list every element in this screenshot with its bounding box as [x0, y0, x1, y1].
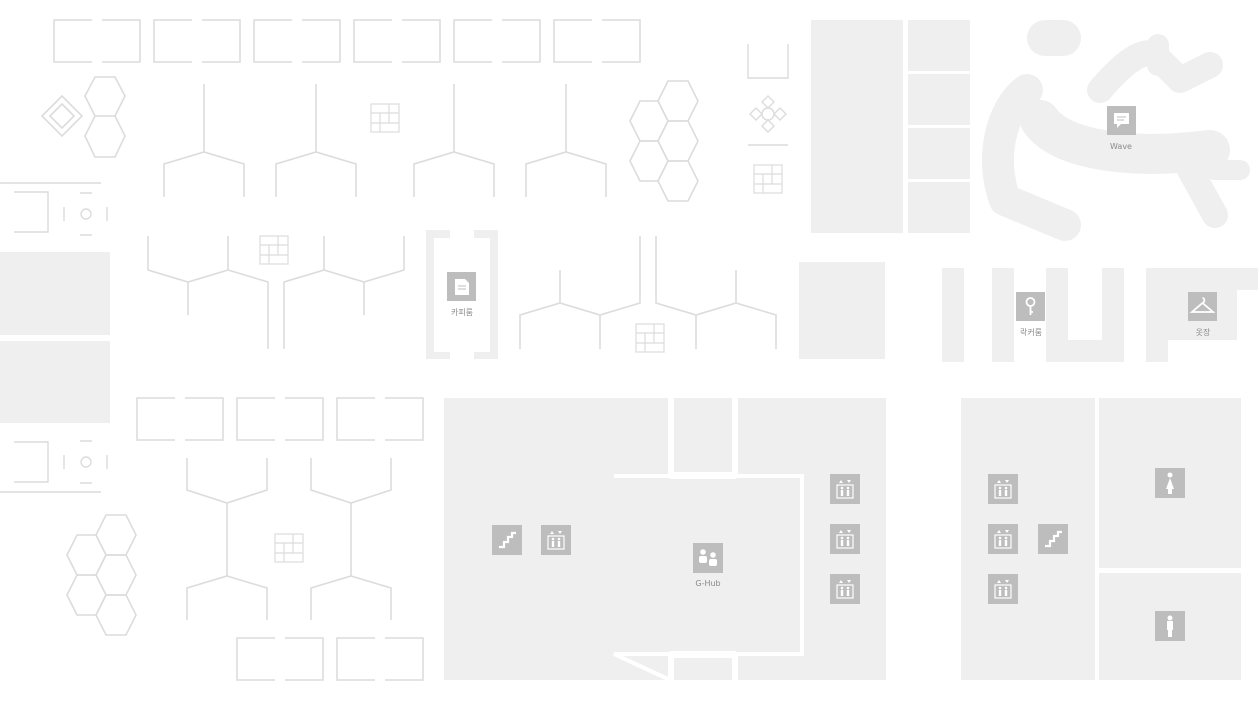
hex-seating-top — [629, 80, 699, 202]
desk-cluster-top — [163, 84, 607, 197]
room-left-1 — [0, 252, 110, 335]
poi-copy-room[interactable]: 카피룸 — [447, 272, 476, 317]
desk-cluster-bottom — [186, 458, 392, 620]
elevator-icon[interactable] — [829, 473, 861, 505]
elevator-icon[interactable] — [829, 523, 861, 555]
elevator-icon[interactable] — [829, 573, 861, 605]
hanger-icon — [1188, 292, 1217, 321]
desk-pod-icon — [259, 235, 289, 265]
elevator-icon[interactable] — [540, 524, 572, 556]
elevator-icon[interactable] — [987, 523, 1019, 555]
desk-pod-icon — [370, 103, 400, 133]
meeting-people-icon — [693, 543, 723, 573]
desk-cluster-middle — [147, 236, 405, 349]
small-lounge — [747, 44, 789, 146]
desk-cluster-center — [519, 236, 777, 349]
stairs-icon[interactable] — [1036, 522, 1070, 556]
hex-seating-bottom — [66, 514, 137, 636]
floor-map[interactable]: Wave 카피룸 락커룸 옷장 G-Hub — [0, 0, 1258, 720]
lounge-seating-top-left — [40, 76, 126, 158]
elevator-icon[interactable] — [987, 573, 1019, 605]
workstation-row-bottom — [136, 397, 424, 681]
poi-wardrobe-label: 옷장 — [1196, 327, 1211, 337]
desk-pod-icon — [753, 164, 783, 194]
lounge-left-1 — [0, 182, 108, 236]
poi-ghub[interactable]: G-Hub — [693, 543, 723, 588]
poi-ghub-label: G-Hub — [695, 579, 720, 588]
meeting-rooms-block — [811, 20, 970, 233]
poi-locker-room-label: 락커룸 — [1020, 327, 1042, 337]
male-restroom-icon[interactable] — [1155, 611, 1185, 641]
stairs-icon[interactable] — [490, 523, 524, 557]
room-left-2 — [0, 341, 110, 423]
poi-copy-room-label: 카피룸 — [451, 308, 473, 317]
poi-locker-room[interactable]: 락커룸 — [1016, 292, 1045, 337]
elevator-icon[interactable] — [987, 473, 1019, 505]
poi-wave-label: Wave — [1110, 142, 1132, 151]
poi-wave[interactable]: Wave — [1107, 106, 1136, 151]
desk-pod-icon — [274, 533, 304, 563]
desk-pod-icon — [635, 323, 665, 353]
workstation-row-top — [53, 19, 641, 63]
lounge-left-2 — [0, 440, 108, 493]
room-locker-side — [799, 262, 885, 359]
female-restroom-icon[interactable] — [1155, 468, 1185, 498]
